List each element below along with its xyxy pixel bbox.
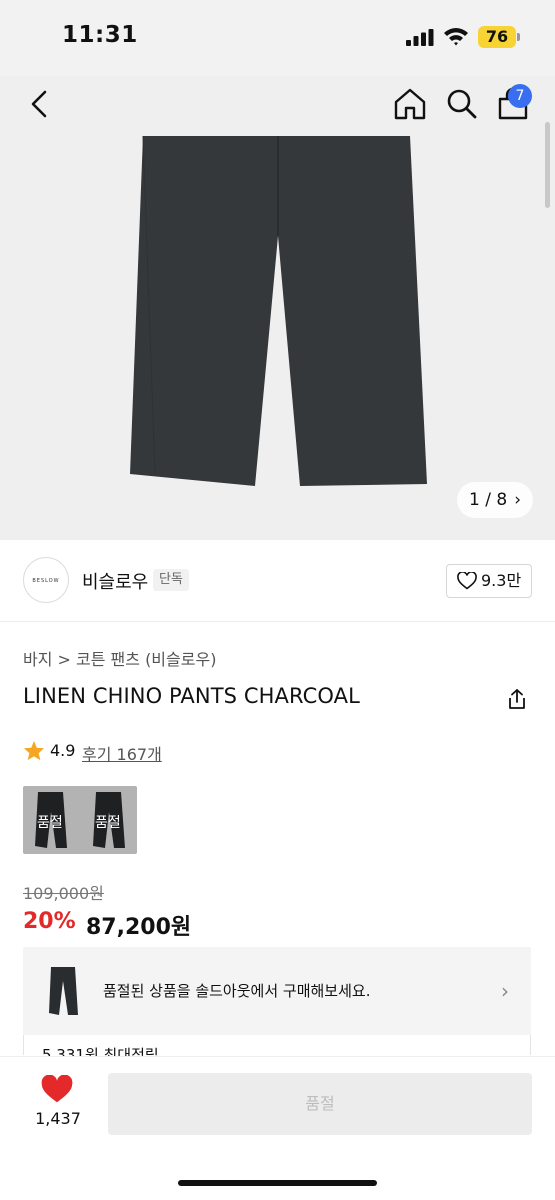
wishlist-count: 1,437 <box>35 1109 81 1128</box>
product-image[interactable] <box>0 76 555 540</box>
battery-cap <box>517 33 520 41</box>
rating-value: 4.9 <box>50 741 76 760</box>
option-soldout-label: 품절 <box>95 815 121 831</box>
original-price: 109,000원 <box>23 884 104 903</box>
brand-like-count: 9.3만 <box>481 571 522 590</box>
heart-filled-icon <box>41 1075 73 1103</box>
wishlist-button[interactable]: 1,437 <box>30 1075 86 1135</box>
wifi-icon <box>444 28 468 46</box>
chevron-right-icon: › <box>501 979 509 1003</box>
star-icon <box>23 740 45 761</box>
search-button[interactable] <box>444 86 480 122</box>
pants-illustration <box>0 76 555 540</box>
product-title: LINEN CHINO PANTS CHARCOAL <box>23 684 360 708</box>
brand-name[interactable]: 비슬로우 <box>82 568 148 594</box>
brand-logo[interactable]: BESLOW <box>23 557 69 603</box>
battery-icon: 76 <box>478 26 516 48</box>
brand-like-button[interactable]: 9.3만 <box>446 564 532 598</box>
bottom-action-bar: 1,437 품절 <box>0 1056 555 1200</box>
status-bar: 11:31 76 <box>0 0 555 76</box>
status-time: 11:31 <box>62 22 138 48</box>
back-button[interactable] <box>22 86 58 122</box>
chevron-right-icon: › <box>514 490 521 510</box>
share-icon <box>509 689 525 709</box>
brand-row: BESLOW 비슬로우 단독 9.3만 <box>0 540 555 622</box>
color-option-swatch[interactable]: 품절 품절 <box>23 786 137 854</box>
cellular-signal-icon <box>406 29 434 46</box>
home-indicator <box>178 1180 377 1186</box>
sale-price: 87,200원 <box>86 915 192 940</box>
heart-outline-icon <box>457 572 477 590</box>
breadcrumb[interactable]: 바지 > 코튼 팬츠 (비슬로우) <box>23 646 216 670</box>
pants-thumbnail <box>49 967 78 1015</box>
back-arrow-icon <box>31 90 47 118</box>
discount-rate: 20% <box>23 909 76 934</box>
max-points-text: 5,331원 최대적립 <box>42 1046 159 1056</box>
banner-text: 품절된 상품을 솔드아웃에서 구매해보세요. <box>103 982 371 1000</box>
soldout-button[interactable]: 품절 <box>108 1073 532 1135</box>
option-soldout-label: 품절 <box>37 815 63 831</box>
home-button[interactable] <box>392 86 428 122</box>
scrollbar[interactable] <box>545 122 550 208</box>
pager-text: 1 / 8 <box>469 490 508 510</box>
share-button[interactable] <box>505 687 529 711</box>
exclusive-tag: 단독 <box>153 569 189 591</box>
image-pager[interactable]: 1 / 8 › <box>457 482 533 518</box>
search-icon <box>447 89 477 119</box>
home-icon <box>394 88 426 120</box>
cart-count-badge: 7 <box>508 84 532 108</box>
soldout-market-banner[interactable]: 품절된 상품을 솔드아웃에서 구매해보세요. › <box>23 947 531 1035</box>
review-link[interactable]: 후기 167개 <box>82 741 162 765</box>
